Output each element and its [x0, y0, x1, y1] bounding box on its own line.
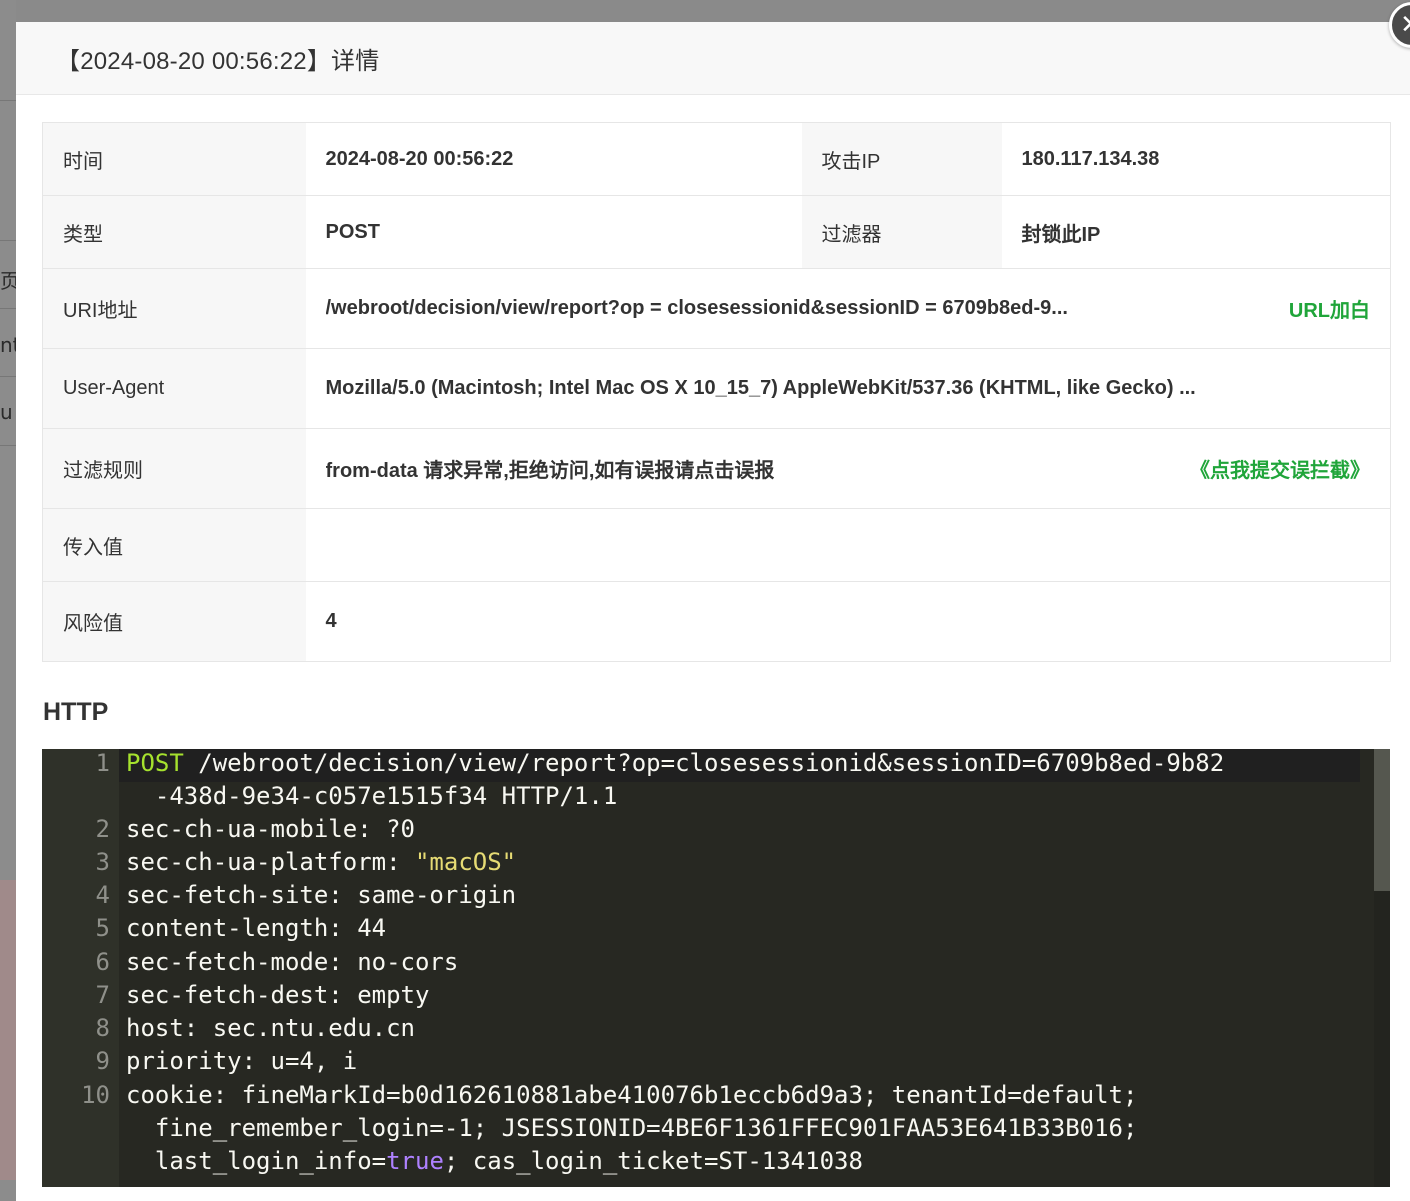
- header-line-cont: ; cas_login_ticket=ST-1341038: [443, 1147, 863, 1175]
- code-scrollbar-thumb[interactable]: [1374, 749, 1390, 891]
- input-value-label: 传入值: [42, 508, 306, 582]
- header-line: sec-fetch-mode: no-cors: [126, 948, 459, 976]
- background-text: 页: [0, 269, 16, 293]
- header-string-value: "macOS": [414, 848, 517, 876]
- http-method: POST: [126, 749, 184, 777]
- background-page: 页 nt u: [0, 0, 16, 1201]
- line-number: 7: [95, 981, 110, 1009]
- filter-rule-cell: from-data 请求异常,拒绝访问,如有误报请点击误报 《点我提交误拦截》: [305, 428, 1391, 509]
- header-line: host: sec.ntu.edu.cn: [126, 1014, 415, 1042]
- filter-rule-value: from-data 请求异常,拒绝访问,如有误报请点击误报: [325, 460, 775, 482]
- line-number: 3: [95, 848, 110, 876]
- attack-ip-label: 攻击IP: [801, 122, 1002, 196]
- line-number: 5: [95, 914, 110, 942]
- risk-value: 4: [305, 581, 1391, 662]
- header-line: sec-fetch-dest: empty: [126, 981, 430, 1009]
- uri-label: URI地址: [42, 268, 306, 349]
- type-label: 类型: [42, 195, 306, 269]
- type-value: POST: [305, 195, 802, 269]
- line-number: 1: [95, 749, 110, 777]
- boolean-value: true: [386, 1147, 444, 1175]
- background-text: u: [0, 400, 13, 424]
- header-line-cont: fine_remember_login=-1; JSESSIONID=4BE6F…: [126, 1114, 1138, 1142]
- user-agent-value: Mozilla/5.0 (Macintosh; Intel Mac OS X 1…: [305, 348, 1391, 429]
- background-page-top: [0, 0, 1410, 22]
- detail-table: 时间 2024-08-20 00:56:22 攻击IP 180.117.134.…: [42, 122, 1391, 662]
- table-row: URI地址 /webroot/decision/view/report?op =…: [42, 268, 1391, 349]
- report-false-positive-link[interactable]: 《点我提交误拦截》: [1190, 454, 1370, 483]
- table-row: 过滤规则 from-data 请求异常,拒绝访问,如有误报请点击误报 《点我提交…: [42, 428, 1391, 509]
- header-line: priority: u=4, i: [126, 1047, 358, 1075]
- table-row: 时间 2024-08-20 00:56:22 攻击IP 180.117.134.…: [42, 122, 1391, 196]
- header-line-cont: last_login_info=: [126, 1147, 387, 1175]
- header-line: sec-ch-ua-mobile: ?0: [126, 815, 415, 843]
- table-row: User-Agent Mozilla/5.0 (Macintosh; Intel…: [42, 348, 1391, 429]
- uri-value: /webroot/decision/view/report?op = close…: [325, 297, 1068, 319]
- time-value: 2024-08-20 00:56:22: [305, 122, 802, 196]
- line-number: 4: [95, 881, 110, 909]
- risk-label: 风险值: [42, 581, 306, 662]
- table-row: 风险值 4: [42, 581, 1391, 662]
- line-number: 6: [95, 948, 110, 976]
- header-line: content-length: 44: [126, 914, 387, 942]
- uri-cell: /webroot/decision/view/report?op = close…: [305, 268, 1391, 349]
- filter-rule-label: 过滤规则: [42, 428, 306, 509]
- header-key: sec-ch-ua-platform:: [126, 848, 415, 876]
- table-row: 传入值: [42, 508, 1391, 582]
- modal-title: 【2024-08-20 00:56:22】详情: [56, 47, 380, 75]
- header-line: cookie: fineMarkId=b0d162610881abe410076…: [126, 1081, 1138, 1109]
- line-number: 10: [81, 1081, 110, 1109]
- input-value: [305, 508, 1391, 582]
- modal-header: 【2024-08-20 00:56:22】详情: [16, 22, 1410, 95]
- http-code-editor[interactable]: 1 POST /webroot/decision/view/report?op=…: [42, 749, 1390, 1187]
- line-number: 9: [95, 1047, 110, 1075]
- background-text: nt: [0, 333, 16, 357]
- table-row: 类型 POST 过滤器 封锁此IP: [42, 195, 1391, 269]
- user-agent-label: User-Agent: [42, 348, 306, 429]
- detail-modal: 【2024-08-20 00:56:22】详情 时间 2024-08-20 00…: [16, 22, 1410, 1201]
- filter-value[interactable]: 封锁此IP: [1001, 195, 1391, 269]
- line-number: 2: [95, 815, 110, 843]
- time-label: 时间: [42, 122, 306, 196]
- attack-ip-value: 180.117.134.38: [1001, 122, 1391, 196]
- header-line: sec-fetch-site: same-origin: [126, 881, 517, 909]
- line-number: 8: [95, 1014, 110, 1042]
- request-line-cont: -438d-9e34-c057e1515f34 HTTP/1.1: [126, 782, 618, 810]
- request-line: /webroot/decision/view/report?op=closese…: [183, 749, 1225, 777]
- http-section-title: HTTP: [43, 698, 109, 726]
- url-whitelist-link[interactable]: URL加白: [1289, 294, 1370, 323]
- filter-label: 过滤器: [801, 195, 1002, 269]
